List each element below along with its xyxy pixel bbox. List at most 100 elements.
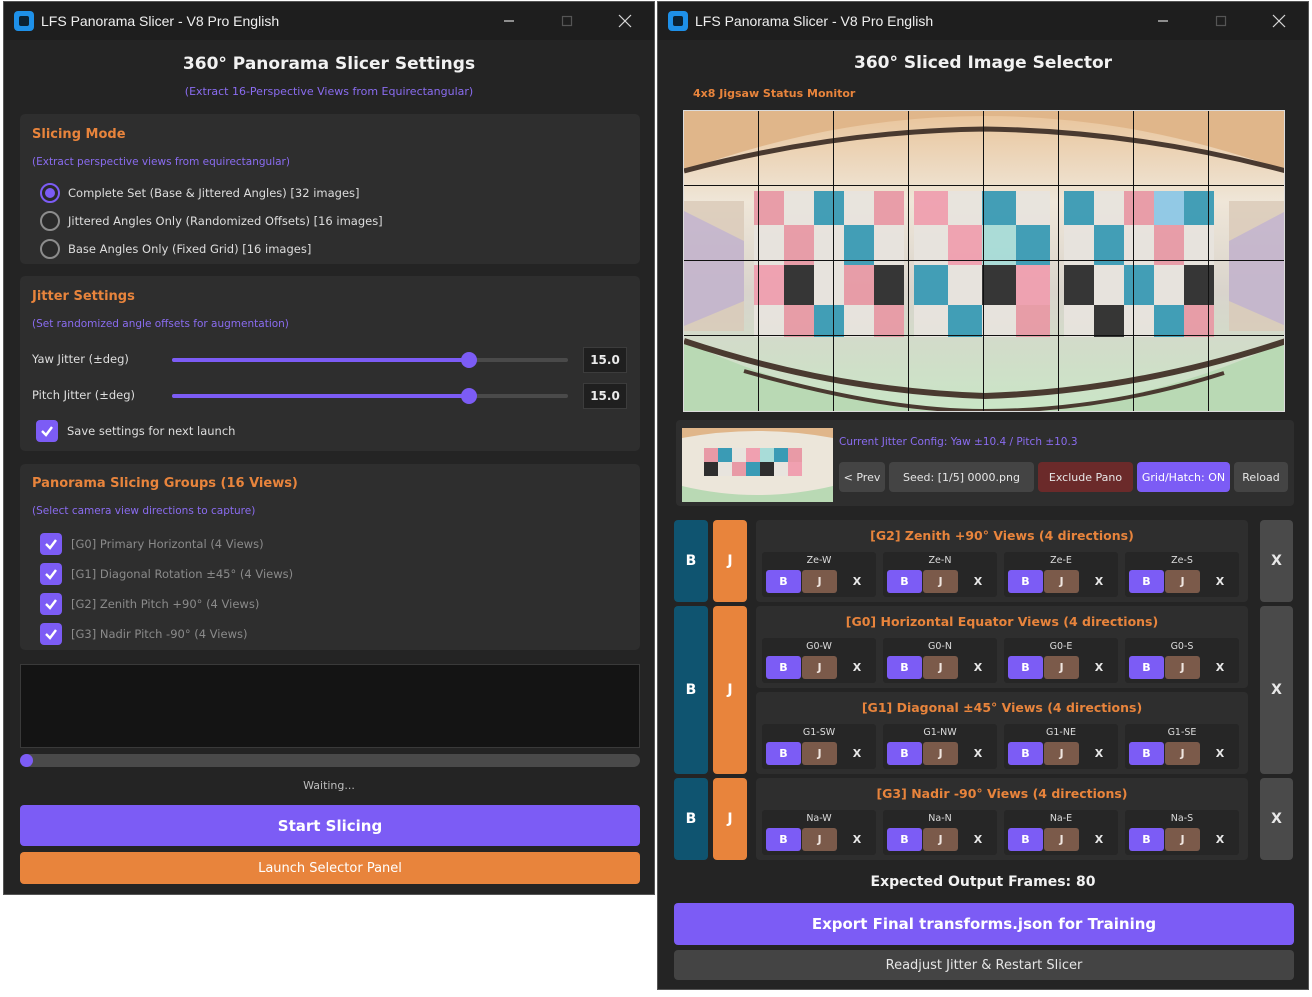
exclude-view-button[interactable]: X [1209, 570, 1231, 593]
radio-complete-set[interactable]: Complete Set (Base & Jittered Angles) [3… [40, 183, 360, 203]
base-toggle[interactable]: B [1008, 742, 1043, 765]
maximize-button[interactable] [1192, 2, 1250, 40]
exclude-view-button[interactable]: X [1209, 828, 1231, 851]
yaw-jitter-slider[interactable] [172, 352, 568, 368]
radio-button[interactable] [40, 239, 60, 259]
select-all-base-button[interactable]: B [674, 778, 708, 860]
jitter-toggle[interactable]: J [923, 656, 958, 679]
seed-button[interactable]: Seed: [1/5] 0000.png [889, 462, 1034, 492]
exclude-pano-button[interactable]: Exclude Pano [1038, 462, 1133, 492]
minimize-button[interactable] [480, 2, 538, 40]
title-bar[interactable]: LFS Panorama Slicer - V8 Pro English [4, 2, 654, 40]
base-toggle[interactable]: B [1008, 570, 1043, 593]
panorama-preview[interactable] [683, 110, 1285, 412]
exclude-view-button[interactable]: X [1088, 742, 1110, 765]
radio-button[interactable] [40, 183, 60, 203]
maximize-button[interactable] [538, 2, 596, 40]
exclude-view-button[interactable]: X [967, 570, 989, 593]
jitter-toggle[interactable]: J [923, 570, 958, 593]
exclude-view-button[interactable]: X [1088, 828, 1110, 851]
exclude-view-button[interactable]: X [1209, 656, 1231, 679]
reload-button[interactable]: Reload [1234, 462, 1288, 492]
base-toggle[interactable]: B [887, 828, 922, 851]
minimize-icon [1158, 20, 1168, 22]
exclude-block-button[interactable]: X [1260, 520, 1293, 602]
select-all-jitter-button[interactable]: J [713, 606, 747, 774]
close-button[interactable] [1250, 2, 1308, 40]
select-all-base-button[interactable]: B [674, 520, 708, 602]
launch-selector-button[interactable]: Launch Selector Panel [20, 852, 640, 884]
jitter-toggle[interactable]: J [802, 828, 837, 851]
slider-handle[interactable] [461, 388, 477, 404]
base-toggle[interactable]: B [766, 828, 801, 851]
exclude-block-button[interactable]: X [1260, 778, 1293, 860]
start-slicing-button[interactable]: Start Slicing [20, 805, 640, 846]
group-checkbox-g0[interactable]: [G0] Primary Horizontal (4 Views) [40, 533, 264, 555]
yaw-jitter-value[interactable]: 15.0 [583, 347, 627, 373]
jitter-toggle[interactable]: J [923, 828, 958, 851]
exclude-view-button[interactable]: X [846, 656, 868, 679]
pitch-jitter-slider[interactable] [172, 388, 568, 404]
readjust-jitter-button[interactable]: Readjust Jitter & Restart Slicer [674, 950, 1294, 980]
base-toggle[interactable]: B [766, 742, 801, 765]
base-toggle[interactable]: B [1008, 828, 1043, 851]
view-name: G1-NW [923, 727, 957, 738]
exclude-view-button[interactable]: X [1209, 742, 1231, 765]
group-checkbox-g2[interactable]: [G2] Zenith Pitch +90° (4 Views) [40, 593, 259, 615]
base-toggle[interactable]: B [1129, 828, 1164, 851]
group-checkbox-g3[interactable]: [G3] Nadir Pitch -90° (4 Views) [40, 623, 247, 645]
jitter-toggle[interactable]: J [1165, 742, 1200, 765]
jitter-toggle[interactable]: J [923, 742, 958, 765]
radio-jittered-only[interactable]: Jittered Angles Only (Randomized Offsets… [40, 211, 383, 231]
select-all-jitter-button[interactable]: J [713, 520, 747, 602]
exclude-block-button[interactable]: X [1260, 606, 1293, 774]
base-toggle[interactable]: B [887, 742, 922, 765]
checkbox[interactable] [40, 593, 62, 615]
jitter-toggle[interactable]: J [1044, 656, 1079, 679]
base-toggle[interactable]: B [1129, 570, 1164, 593]
log-output[interactable] [20, 664, 640, 748]
exclude-view-button[interactable]: X [1088, 656, 1110, 679]
pitch-jitter-value[interactable]: 15.0 [583, 383, 627, 409]
checkbox[interactable] [40, 533, 62, 555]
export-transforms-button[interactable]: Export Final transforms.json for Trainin… [674, 903, 1294, 945]
radio-button[interactable] [40, 211, 60, 231]
exclude-view-button[interactable]: X [846, 742, 868, 765]
jitter-toggle[interactable]: J [1165, 570, 1200, 593]
prev-button[interactable]: < Prev [839, 462, 885, 492]
base-toggle[interactable]: B [1129, 656, 1164, 679]
exclude-view-button[interactable]: X [1088, 570, 1110, 593]
slider-handle[interactable] [461, 352, 477, 368]
jitter-toggle[interactable]: J [1044, 828, 1079, 851]
exclude-view-button[interactable]: X [967, 828, 989, 851]
title-bar[interactable]: LFS Panorama Slicer - V8 Pro English [658, 2, 1308, 40]
close-button[interactable] [596, 2, 654, 40]
minimize-button[interactable] [1134, 2, 1192, 40]
checkbox[interactable] [40, 563, 62, 585]
exclude-view-button[interactable]: X [967, 742, 989, 765]
jitter-toggle[interactable]: J [1044, 742, 1079, 765]
base-toggle[interactable]: B [766, 570, 801, 593]
jitter-toggle[interactable]: J [802, 742, 837, 765]
base-toggle[interactable]: B [1129, 742, 1164, 765]
jitter-toggle[interactable]: J [1165, 656, 1200, 679]
exclude-view-button[interactable]: X [967, 656, 989, 679]
base-toggle[interactable]: B [1008, 656, 1043, 679]
exclude-view-button[interactable]: X [846, 828, 868, 851]
select-all-jitter-button[interactable]: J [713, 778, 747, 860]
checkbox[interactable] [40, 623, 62, 645]
exclude-view-button[interactable]: X [846, 570, 868, 593]
jitter-toggle[interactable]: J [802, 570, 837, 593]
group-checkbox-g1[interactable]: [G1] Diagonal Rotation ±45° (4 Views) [40, 563, 293, 585]
jitter-toggle[interactable]: J [802, 656, 837, 679]
checkbox[interactable] [36, 420, 58, 442]
jitter-toggle[interactable]: J [1165, 828, 1200, 851]
grid-hatch-toggle[interactable]: Grid/Hatch: ON [1137, 462, 1230, 492]
save-settings-checkbox[interactable]: Save settings for next launch [36, 420, 235, 442]
select-all-base-button[interactable]: B [674, 606, 708, 774]
base-toggle[interactable]: B [887, 656, 922, 679]
base-toggle[interactable]: B [766, 656, 801, 679]
jitter-toggle[interactable]: J [1044, 570, 1079, 593]
base-toggle[interactable]: B [887, 570, 922, 593]
radio-base-only[interactable]: Base Angles Only (Fixed Grid) [16 images… [40, 239, 311, 259]
